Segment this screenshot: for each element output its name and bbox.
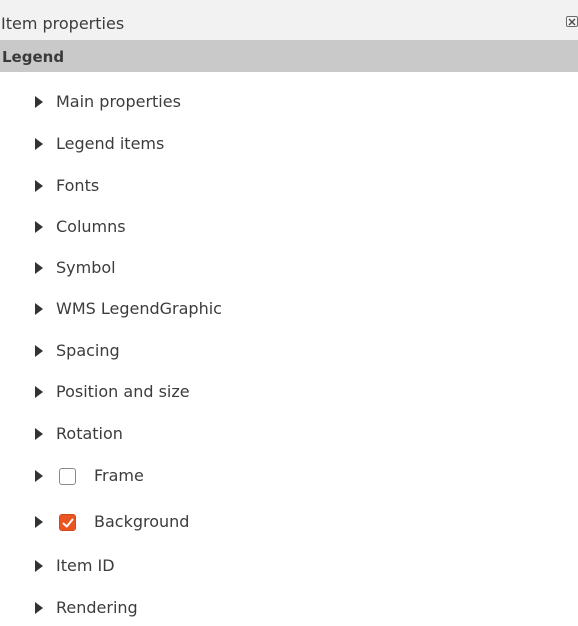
triangle-right-icon[interactable] [35,221,43,233]
close-icon[interactable] [566,16,578,28]
group-label: Frame [94,466,144,485]
group-rotation[interactable]: Rotation [0,416,578,452]
frame-checkbox[interactable] [59,468,76,485]
group-spacing[interactable]: Spacing [0,333,578,369]
triangle-right-icon[interactable] [35,602,43,614]
triangle-right-icon[interactable] [35,560,43,572]
group-label: Legend items [56,134,165,153]
property-group-list: Main properties Legend items Fonts Colum… [0,72,578,622]
group-label: Position and size [56,382,190,401]
triangle-right-icon[interactable] [35,470,43,482]
group-label: Item ID [56,556,115,575]
group-label: Spacing [56,341,120,360]
group-label: Symbol [56,258,116,277]
section-title: Legend [2,48,65,66]
group-background[interactable]: Background [0,504,578,540]
group-main-properties[interactable]: Main properties [0,84,578,120]
group-rendering[interactable]: Rendering [0,590,578,626]
group-label: Background [94,512,190,531]
group-label: Fonts [56,176,100,195]
group-label: Columns [56,217,126,236]
triangle-right-icon[interactable] [35,303,43,315]
dock-titlebar: Item properties [0,0,578,40]
group-label: WMS LegendGraphic [56,299,222,318]
group-position-and-size[interactable]: Position and size [0,374,578,410]
group-wms-legendgraphic[interactable]: WMS LegendGraphic [0,291,578,327]
group-item-id[interactable]: Item ID [0,548,578,584]
group-label: Main properties [56,92,181,111]
group-frame[interactable]: Frame [0,458,578,494]
group-symbol[interactable]: Symbol [0,250,578,286]
group-fonts[interactable]: Fonts [0,168,578,204]
triangle-right-icon[interactable] [35,428,43,440]
background-checkbox[interactable] [59,514,76,531]
triangle-right-icon[interactable] [35,262,43,274]
group-label: Rotation [56,424,123,443]
triangle-right-icon[interactable] [35,516,43,528]
triangle-right-icon[interactable] [35,138,43,150]
group-label: Rendering [56,598,138,617]
group-legend-items[interactable]: Legend items [0,126,578,162]
dock-title: Item properties [1,14,125,33]
triangle-right-icon[interactable] [35,345,43,357]
triangle-right-icon[interactable] [35,386,43,398]
triangle-right-icon[interactable] [35,96,43,108]
checkmark-icon [62,518,74,528]
legend-section-header: Legend [0,40,578,72]
group-columns[interactable]: Columns [0,209,578,245]
triangle-right-icon[interactable] [35,180,43,192]
